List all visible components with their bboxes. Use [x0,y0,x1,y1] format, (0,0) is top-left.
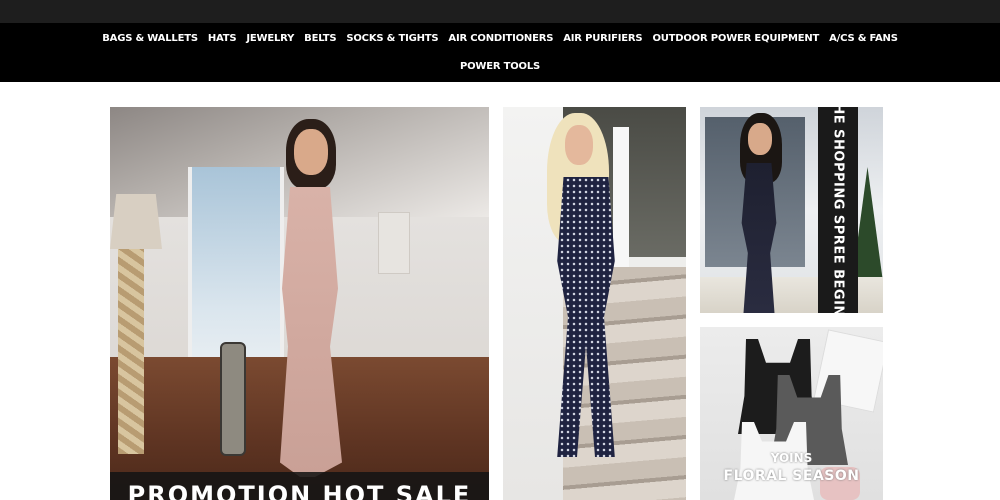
floral-brand-text: YOINS [770,451,813,465]
model-face [565,125,593,165]
nav-item-air-conditioners[interactable]: AIR CONDITIONERS [448,33,553,44]
model-face [294,129,328,175]
promo-photo-wall-panel [378,212,410,274]
category-nav-row-2: POWER TOOLS [0,61,1000,72]
promo-photo-lamp-base [118,249,144,454]
promo-banner-text: PROMOTION HOT SALE [127,481,472,500]
jumpsuit-product-tile[interactable] [503,107,686,500]
nav-item-hats[interactable]: HATS [208,33,237,44]
nav-item-air-purifiers[interactable]: AIR PURIFIERS [563,33,642,44]
model-clutch-bag [220,342,246,456]
nav-item-socks-tights[interactable]: SOCKS & TIGHTS [346,33,438,44]
spree-vertical-text: THE SHOPPING SPREE BEGINS [830,107,846,313]
top-bar [0,0,1000,23]
nav-item-power-tools[interactable]: POWER TOOLS [460,61,540,72]
nav-item-belts[interactable]: BELTS [304,33,336,44]
category-nav-row-1: BAGS & WALLETS HATS JEWELRY BELTS SOCKS … [0,33,1000,44]
nav-item-jewelry[interactable]: JEWELRY [246,33,294,44]
nav-item-outdoor-power-equipment[interactable]: OUTDOOR POWER EQUIPMENT [652,33,819,44]
shopping-spree-tile[interactable]: THE SHOPPING SPREE BEGINS [700,107,883,313]
nav-item-bags-wallets[interactable]: BAGS & WALLETS [102,33,198,44]
model-face [748,123,772,155]
nav-item-acs-fans[interactable]: A/CS & FANS [829,33,898,44]
category-nav: BAGS & WALLETS HATS JEWELRY BELTS SOCKS … [0,23,1000,82]
jumpsuit-photo-railing [613,127,629,287]
floral-season-tile[interactable]: YOINS FLORAL SEASON [700,327,883,500]
promo-photo-lampshade [110,194,162,249]
floral-caption-text: FLORAL SEASON [723,468,860,484]
promo-hot-sale-tile[interactable]: PROMOTION HOT SALE [110,107,489,500]
